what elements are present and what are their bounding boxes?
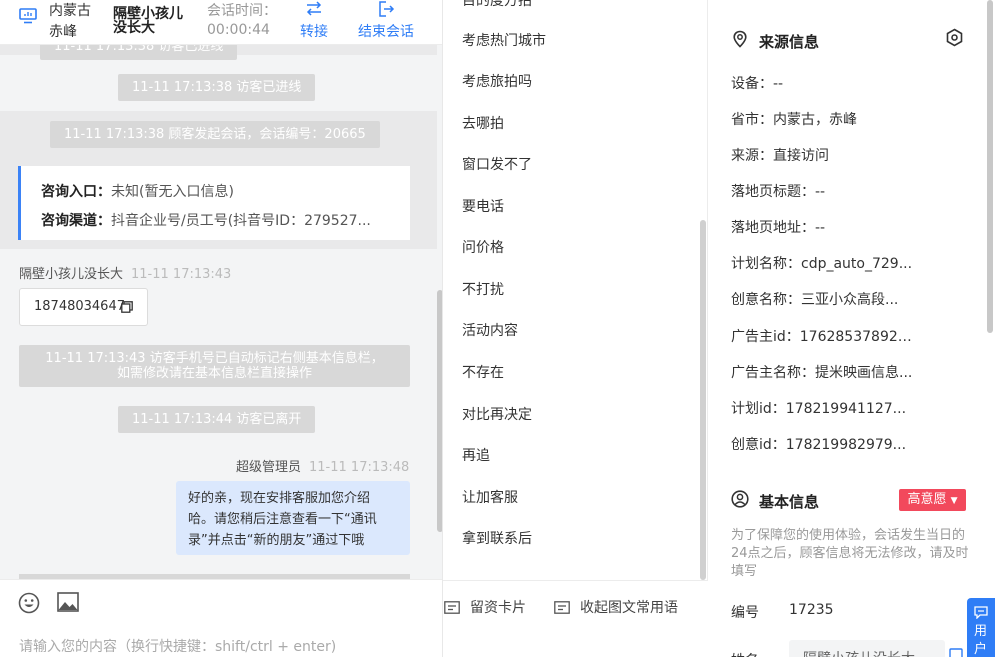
chat-bubble-icon bbox=[974, 606, 988, 619]
card-icon bbox=[554, 601, 570, 614]
phrase-item[interactable]: 去哪拍 bbox=[462, 113, 504, 133]
monitor-icon bbox=[19, 8, 37, 24]
phone-message[interactable]: 18748034647 bbox=[19, 288, 148, 326]
source-device: 设备：-- bbox=[731, 76, 784, 92]
phrase-item[interactable]: 让加客服 bbox=[462, 487, 518, 507]
source-advertiser-id: 广告主id：176285378923... bbox=[731, 329, 916, 345]
transfer-icon bbox=[306, 1, 322, 16]
phrase-item[interactable]: 考虑热门城市 bbox=[462, 30, 546, 50]
caret-down-icon: ▼ bbox=[950, 496, 958, 506]
system-message-cut: 11-11 17:13:38 访客已进线 bbox=[40, 45, 238, 60]
source-advertiser-name: 广告主名称：提米映画信息... bbox=[731, 365, 913, 381]
phrase-item[interactable]: 拿到联系后 bbox=[462, 528, 532, 548]
phrase-item[interactable]: 对比再决定 bbox=[462, 404, 532, 424]
source-creative-name: 创意名称：三亚小众高段... bbox=[731, 292, 899, 308]
end-session-button[interactable]: 结束会话 bbox=[354, 0, 418, 41]
system-message: 11-11 17:13:38 顾客发起会话，会话编号：20665 bbox=[50, 121, 380, 148]
card-icon bbox=[444, 601, 460, 614]
number-label: 编号 bbox=[731, 605, 759, 621]
agent-sender: 超级管理员 11-11 17:13:48 bbox=[236, 460, 410, 475]
settings-hex-icon[interactable] bbox=[945, 28, 964, 47]
number-value: 17235 bbox=[789, 602, 834, 618]
chat-panel: 内蒙古 赤峰 隔壁小孩儿 没长大 会话时间： 00:00:44 转接 结束会话 bbox=[0, 0, 443, 657]
session-time: 00:00:44 bbox=[207, 22, 270, 38]
chat-workbench: 内蒙古 赤峰 隔壁小孩儿 没长大 会话时间： 00:00:44 转接 结束会话 bbox=[0, 0, 995, 657]
quick-phrase-panel: 目的度方拍 考虑热门城市 考虑旅拍吗去哪拍窗口发不了要电话问价格不打扰活动内容不存… bbox=[443, 0, 708, 657]
copy-icon[interactable] bbox=[121, 301, 133, 313]
lead-card-button[interactable]: 留资卡片 bbox=[444, 597, 526, 617]
message-composer: 请输入您的内容（换行快捷键：shift/ctrl + enter) bbox=[0, 579, 442, 657]
image-icon[interactable] bbox=[57, 592, 79, 612]
name-field[interactable]: 隔壁小孩儿没长大 bbox=[789, 640, 945, 657]
consult-info-card: 咨询入口：未知(暂无入口信息) 咨询渠道：抖音企业号/员工号(抖音号ID：279… bbox=[18, 166, 410, 240]
source-plan-name: 计划名称：cdp_auto_729... bbox=[731, 256, 913, 272]
source-province: 省市：内蒙古，赤峰 bbox=[731, 112, 857, 128]
collapse-phrases-button[interactable]: 收起图文常用语 bbox=[554, 597, 678, 617]
phrase-footer: 留资卡片 收起图文常用语 bbox=[443, 580, 708, 657]
phrase-item[interactable]: 不打扰 bbox=[462, 279, 504, 299]
system-message: 11-11 17:13:38 访客已进线 bbox=[118, 74, 316, 101]
emoji-icon[interactable] bbox=[18, 592, 40, 614]
consult-entry-row: 咨询入口：未知(暂无入口信息) bbox=[41, 184, 234, 200]
phrase-item[interactable]: 考虑旅拍吗 bbox=[462, 71, 532, 91]
consult-channel-row: 咨询渠道：抖音企业号/员工号(抖音号ID：279527... bbox=[41, 213, 371, 229]
phrase-item[interactable]: 问价格 bbox=[462, 237, 504, 257]
edit-notice: 为了保障您的使用体验，会话发生当日的24点之后，顾客信息将无法修改，请及时填写 bbox=[731, 528, 969, 579]
customer-info-panel: 来源信息 设备：-- 省市：内蒙古，赤峰 来源：直接访问 落地页标题：-- 落地… bbox=[709, 0, 995, 657]
user-circle-icon bbox=[731, 490, 749, 508]
exit-icon bbox=[379, 1, 395, 17]
edit-icon[interactable] bbox=[949, 648, 963, 657]
source-plan-id: 计划id：178219941127... bbox=[731, 401, 907, 417]
phrase-item-cut[interactable]: 目的度方拍 bbox=[462, 0, 532, 10]
message-input[interactable]: 请输入您的内容（换行快捷键：shift/ctrl + enter) bbox=[19, 636, 336, 656]
visitor-sender: 隔壁小孩儿没长大 11-11 17:13:43 bbox=[19, 267, 232, 282]
phrase-item[interactable]: 再追 bbox=[462, 445, 490, 465]
chat-message-list[interactable]: 11-11 17:13:38 访客已进线 11-11 17:13:38 访客已进… bbox=[0, 45, 442, 579]
source-landing-title: 落地页标题：-- bbox=[731, 184, 826, 200]
phrase-item[interactable]: 不存在 bbox=[462, 362, 504, 382]
agent-reply-message: 好的亲，现在安排客服加您介绍 哈。请您稍后注意查看一下“通讯 录”并点击“新的朋… bbox=[176, 481, 410, 555]
phrase-item[interactable]: 活动内容 bbox=[462, 320, 518, 340]
phrase-scrollbar[interactable] bbox=[700, 220, 706, 580]
source-creative-id: 创意id：178219982979... bbox=[731, 437, 907, 453]
visitor-location-city: 赤峰 bbox=[49, 24, 77, 40]
chat-header: 内蒙古 赤峰 隔壁小孩儿 没长大 会话时间： 00:00:44 转接 结束会话 bbox=[0, 0, 442, 45]
system-message: 11-11 17:13:44 访客已离开 bbox=[118, 406, 316, 433]
transfer-button[interactable]: 转接 bbox=[297, 0, 331, 41]
phrase-item[interactable]: 要电话 bbox=[462, 196, 504, 216]
basic-info-title: 基本信息 bbox=[759, 493, 820, 511]
source-landing-url: 落地页地址：-- bbox=[731, 220, 826, 236]
system-message-phone-marked: 11-11 17:13:43 访客手机号已自动标记右侧基本信息栏， 如需修改请在… bbox=[19, 345, 410, 387]
visitor-name-cont: 没长大 bbox=[113, 20, 155, 36]
source-channel: 来源：直接访问 bbox=[731, 148, 829, 164]
name-label: 姓名 bbox=[731, 650, 759, 657]
info-scrollbar[interactable] bbox=[987, 0, 993, 333]
phrase-item[interactable]: 窗口发不了 bbox=[462, 154, 532, 174]
location-pin-icon bbox=[733, 30, 747, 48]
intent-badge-dropdown[interactable]: 高意愿 ▼ bbox=[899, 489, 966, 511]
session-time-label: 会话时间： bbox=[207, 3, 277, 19]
user-float-button[interactable]: 用 户 bbox=[967, 598, 995, 657]
visitor-location-province: 内蒙古 bbox=[49, 3, 91, 19]
source-info-title: 来源信息 bbox=[759, 33, 820, 51]
